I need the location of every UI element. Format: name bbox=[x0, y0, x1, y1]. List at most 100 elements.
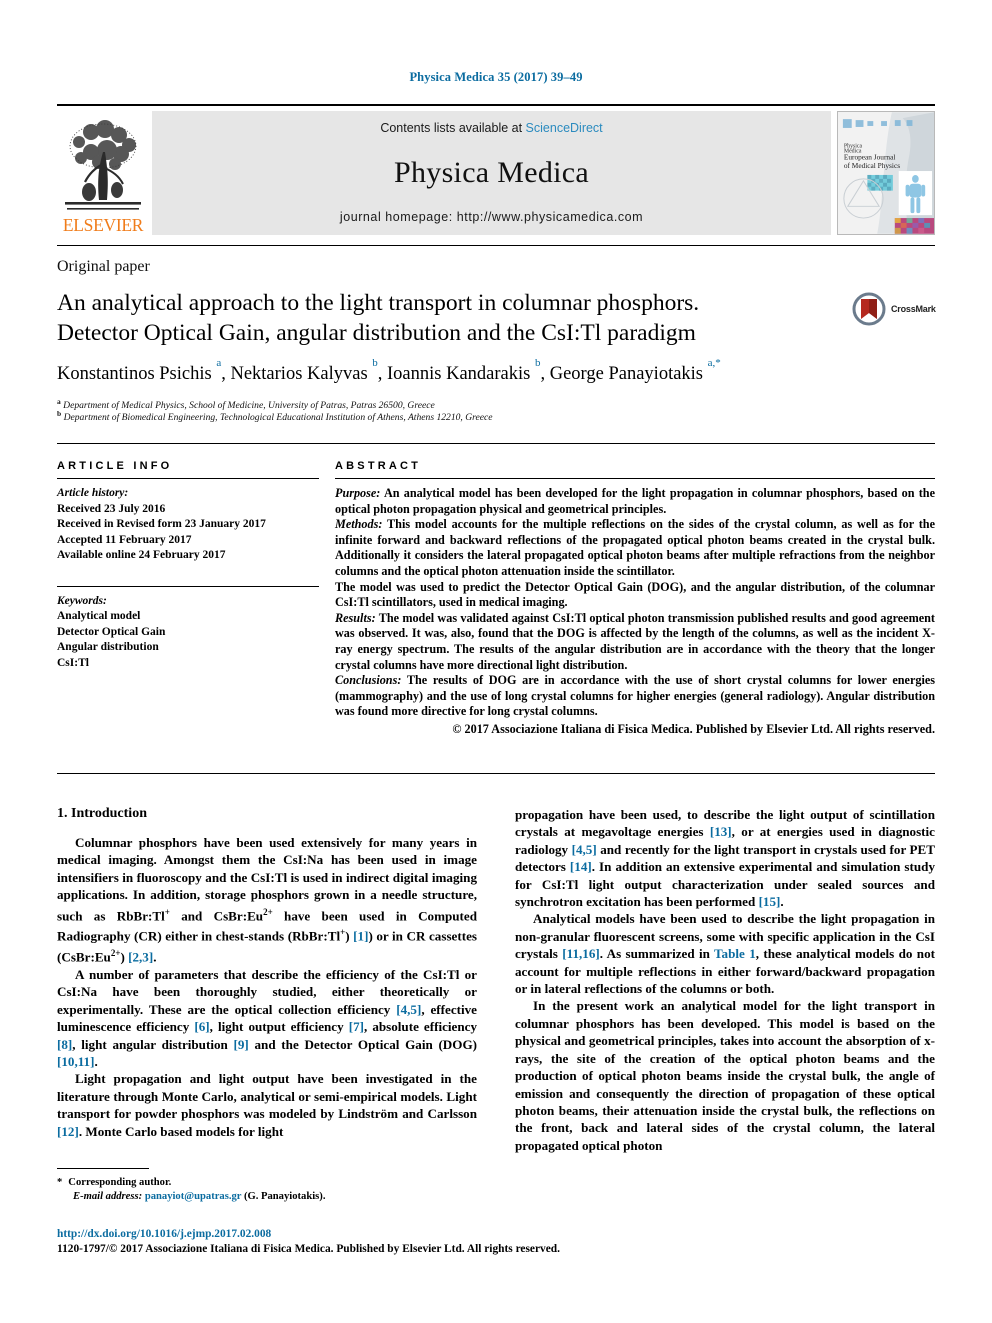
crossmark-label: CrossMark bbox=[891, 304, 936, 314]
author-affil-marker: a bbox=[216, 356, 222, 369]
table-cross-reference[interactable]: Table 1 bbox=[714, 946, 756, 961]
history-online: Available online 24 February 2017 bbox=[57, 549, 226, 561]
abstract-purpose: Purpose: An analytical model has been de… bbox=[335, 486, 935, 517]
asterisk-icon: * bbox=[57, 1177, 63, 1188]
elsevier-wordmark: ELSEVIER bbox=[62, 215, 144, 235]
intro-p2-part-g: . bbox=[94, 1053, 98, 1069]
history-accepted: Accepted 11 February 2017 bbox=[57, 533, 192, 546]
abstract-purpose-text: An analytical model has been developed f… bbox=[335, 486, 935, 516]
intro-paragraph-2: A number of parameters that describe the… bbox=[57, 966, 477, 1070]
history-revised: Received in Revised form 23 January 2017 bbox=[57, 518, 266, 530]
abstract-methods-label: Methods: bbox=[335, 517, 383, 532]
contents-list-line: Contents lists available at ScienceDirec… bbox=[380, 121, 602, 135]
citation-ref[interactable]: [2,3] bbox=[128, 950, 153, 965]
body-column-left: 1. Introduction Columnar phosphors have … bbox=[57, 806, 477, 1140]
intro-p3-part-b: . Monte Carlo based models for light bbox=[78, 1123, 284, 1139]
history-received: Received 23 July 2016 bbox=[57, 502, 166, 515]
abstract-top-divider bbox=[57, 443, 935, 444]
intro-p2-part-c: , light output efficiency bbox=[209, 1019, 349, 1035]
title-line-1: An analytical approach to the light tran… bbox=[57, 290, 700, 316]
citation-ref[interactable]: [6] bbox=[194, 1019, 209, 1034]
email-owner: (G. Panayiotakis). bbox=[243, 1191, 326, 1202]
abstract-methods-text: This model accounts for the multiple ref… bbox=[335, 517, 935, 578]
superscript-plus: + bbox=[340, 927, 346, 938]
email-link[interactable]: panayiot@upatras.gr bbox=[145, 1191, 241, 1202]
keyword-item: Analytical model bbox=[57, 610, 141, 622]
citation-ref[interactable]: [12] bbox=[57, 1124, 79, 1139]
abstract-model: The model was used to predict the Detect… bbox=[335, 579, 935, 610]
contents-prefix: Contents lists available at bbox=[380, 121, 526, 135]
abstract-conclusions-label: Conclusions: bbox=[335, 673, 402, 688]
elsevier-logo: ELSEVIER bbox=[57, 111, 149, 235]
title-line-2: Detector Optical Gain, angular distribut… bbox=[57, 320, 696, 346]
citation-ref[interactable]: [15] bbox=[759, 894, 781, 909]
citation-ref[interactable]: [10,11] bbox=[57, 1054, 94, 1069]
abstract-bottom-divider bbox=[57, 773, 935, 774]
abstract-results: Results: The model was validated against… bbox=[335, 611, 935, 673]
svg-text:European Journal: European Journal bbox=[844, 152, 895, 161]
svg-text:of Medical Physics: of Medical Physics bbox=[844, 161, 900, 170]
email-line: E-mail address: panayiot@upatras.gr (G. … bbox=[57, 1190, 477, 1204]
citation-ref[interactable]: [13] bbox=[710, 824, 732, 839]
info-divider bbox=[57, 478, 319, 479]
intro-p4-part-e: . bbox=[780, 894, 784, 910]
abstract-conclusions: Conclusions: The results of DOG are in a… bbox=[335, 673, 935, 720]
intro-paragraph-3: Light propagation and light output have … bbox=[57, 1070, 477, 1140]
article-info-column: ARTICLE INFO Article history: Received 2… bbox=[57, 460, 319, 671]
citation-ref[interactable]: [4,5] bbox=[396, 1002, 421, 1017]
crossmark-badge[interactable]: CrossMark bbox=[852, 290, 942, 328]
citation-ref[interactable]: [14] bbox=[570, 859, 592, 874]
page-footer: http://dx.doi.org/10.1016/j.ejmp.2017.02… bbox=[57, 1227, 757, 1256]
corresponding-author-footnote: * Corresponding author. E-mail address: p… bbox=[57, 1176, 477, 1204]
issn-copyright-line: 1120-1797/© 2017 Associazione Italiana d… bbox=[57, 1242, 560, 1255]
citation-ref[interactable]: [11,16] bbox=[562, 946, 599, 961]
keywords-label: Keywords: bbox=[57, 594, 107, 607]
crossmark-icon bbox=[852, 292, 886, 326]
keyword-item: Angular distribution bbox=[57, 641, 159, 653]
intro-p2-part-d: , absolute efficiency bbox=[364, 1019, 477, 1035]
abstract-divider bbox=[335, 478, 935, 479]
citation-ref[interactable]: [8] bbox=[57, 1037, 72, 1052]
article-info-heading: ARTICLE INFO bbox=[57, 460, 173, 472]
affiliation-b: b Department of Biomedical Engineering, … bbox=[57, 408, 937, 425]
paper-page: Physica Medica 35 (2017) 39–49 ELSEVIER … bbox=[0, 0, 992, 1323]
journal-banner: ELSEVIER Contents lists available at Sci… bbox=[57, 104, 935, 235]
banner-center: Contents lists available at ScienceDirec… bbox=[152, 111, 831, 235]
intro-p2-part-f: and the Detector Optical Gain (DOG) bbox=[248, 1036, 477, 1052]
sciencedirect-link[interactable]: ScienceDirect bbox=[526, 121, 603, 135]
article-type-label: Original paper bbox=[57, 258, 150, 275]
keyword-item: Detector Optical Gain bbox=[57, 625, 166, 638]
journal-homepage-link[interactable]: journal homepage: http://www.physicamedi… bbox=[340, 210, 643, 224]
running-head: Physica Medica 35 (2017) 39–49 bbox=[409, 70, 583, 84]
intro-p3-part-a: Light propagation and light output have … bbox=[57, 1071, 477, 1122]
keyword-item: CsI:Tl bbox=[57, 656, 89, 669]
corresponding-author-text: Corresponding author. bbox=[68, 1177, 172, 1188]
doi-link[interactable]: http://dx.doi.org/10.1016/j.ejmp.2017.02… bbox=[57, 1227, 757, 1242]
intro-p1-part-b: and CsBr:Eu bbox=[169, 907, 264, 923]
journal-title: Physica Medica bbox=[394, 155, 589, 189]
abstract-body: Purpose: An analytical model has been de… bbox=[335, 486, 935, 738]
intro-paragraph-1: Columnar phosphors have been used extens… bbox=[57, 835, 477, 965]
body-column-right: propagation have been used, to describe … bbox=[515, 806, 935, 1154]
journal-cover-thumbnail: Physica Medica European Journal of Medic… bbox=[837, 111, 935, 235]
abstract-results-label: Results: bbox=[335, 610, 376, 625]
citation-ref[interactable]: [4,5] bbox=[572, 842, 597, 857]
author-affil-marker: b bbox=[534, 356, 541, 369]
citation-ref[interactable]: [9] bbox=[234, 1037, 249, 1052]
author-affil-marker: b bbox=[372, 356, 378, 369]
abstract-conclusions-text: The results of DOG are in accordance wit… bbox=[335, 673, 935, 719]
superscript-2plus: 2+ bbox=[263, 906, 273, 917]
affiliation-marker-a: a bbox=[57, 397, 61, 406]
citation-ref[interactable]: [1] bbox=[353, 929, 368, 944]
intro-paragraph-4: propagation have been used, to describe … bbox=[515, 806, 935, 910]
abstract-heading: ABSTRACT bbox=[335, 460, 422, 472]
intro-p2-part-e: , light angular distribution bbox=[72, 1036, 234, 1052]
article-history-label: Article history: bbox=[57, 487, 129, 499]
intro-paragraph-6: In the present work an analytical model … bbox=[515, 998, 935, 1153]
author-affil-marker: a,* bbox=[707, 356, 721, 369]
email-address-label: E-mail address: bbox=[73, 1191, 143, 1202]
superscript-2plus: 2+ bbox=[110, 948, 121, 959]
abstract-results-text: The model was validated against CsI:Tl o… bbox=[335, 610, 935, 672]
citation-ref[interactable]: [7] bbox=[349, 1019, 364, 1034]
page-title: An analytical approach to the light tran… bbox=[57, 288, 817, 348]
